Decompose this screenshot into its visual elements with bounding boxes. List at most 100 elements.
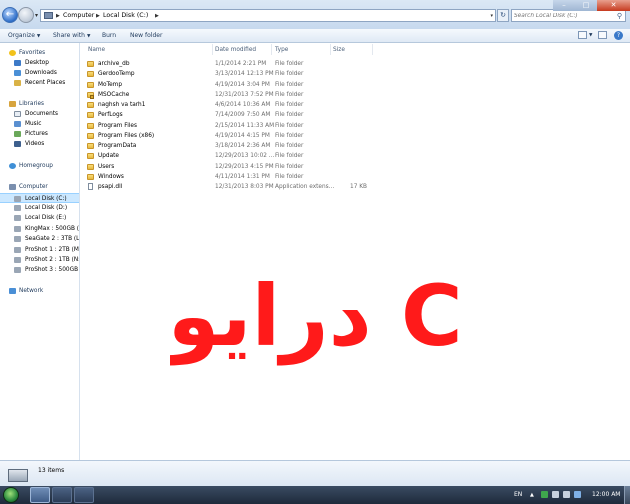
nav-network[interactable]: Network — [0, 286, 79, 296]
nav-videos[interactable]: Videos — [0, 139, 79, 149]
drive-icon — [14, 257, 21, 263]
folder-icon — [87, 82, 94, 88]
file-row[interactable]: Windows 4/11/2014 1:31 PM File folder — [80, 172, 540, 182]
maximize-button[interactable]: □ — [575, 0, 597, 11]
taskbar-explorer-button[interactable] — [30, 487, 50, 503]
taskbar-app-button[interactable] — [74, 487, 94, 503]
column-header-date-modified[interactable]: Date modified — [215, 46, 256, 54]
chevron-right-icon[interactable]: ▶ — [155, 11, 159, 21]
device-icon[interactable] — [574, 491, 581, 498]
file-row[interactable]: Update 12/29/2013 10:02 ... File folder — [80, 151, 540, 161]
file-row[interactable]: Program Files 2/15/2014 11:33 AM File fo… — [80, 121, 540, 131]
address-bar-row: ← ▾ ▶ Computer ▶ Local Disk (C:) ▶ ▾ ↻ ⚲… — [0, 0, 630, 30]
taskbar-firefox-button[interactable] — [52, 487, 72, 503]
forward-button[interactable] — [18, 7, 34, 23]
nav-desktop[interactable]: Desktop — [0, 58, 79, 68]
close-button[interactable]: ✕ — [597, 0, 630, 11]
column-header-name[interactable]: Name — [88, 46, 105, 54]
column-divider[interactable] — [271, 44, 272, 55]
nav-libraries[interactable]: Libraries — [0, 99, 79, 109]
nav-drive-m[interactable]: ProShot 1 : 2TB (M:) — [0, 245, 79, 255]
nav-drive-o[interactable]: ProShot 3 : 500GB (O:) — [0, 265, 79, 275]
drive-icon — [14, 226, 21, 232]
computer-icon — [9, 184, 16, 190]
column-divider[interactable] — [372, 44, 373, 55]
nav-drive-label: Local Disk (E:) — [25, 215, 67, 221]
folder-icon — [87, 174, 94, 180]
nav-pictures-label: Pictures — [25, 131, 48, 137]
file-row[interactable]: archive_db 1/1/2014 2:21 PM File folder — [80, 59, 540, 69]
breadcrumb-computer[interactable]: Computer — [63, 11, 94, 21]
action-center-icon[interactable] — [541, 491, 548, 498]
chevron-right-icon[interactable]: ▶ — [96, 11, 100, 21]
file-row[interactable]: psapi.dll 12/31/2013 8:03 PM Application… — [80, 182, 540, 192]
preview-pane-icon[interactable] — [598, 31, 607, 39]
column-header-type[interactable]: Type — [275, 46, 288, 54]
help-icon[interactable]: ? — [614, 31, 623, 40]
nav-pictures[interactable]: Pictures — [0, 129, 79, 139]
chevron-up-icon[interactable]: ▲ — [530, 490, 534, 500]
file-date: 12/29/2013 4:15 PM — [215, 164, 274, 170]
nav-drive-i[interactable]: KingMax : 500GB (I:) — [0, 224, 79, 234]
nav-downloads[interactable]: Downloads — [0, 68, 79, 78]
nav-documents[interactable]: Documents — [0, 109, 79, 119]
nav-favorites[interactable]: Favorites — [0, 48, 79, 58]
minimize-button[interactable]: – — [553, 0, 575, 11]
nav-drive-n[interactable]: ProShot 2 : 1TB (N:) — [0, 255, 79, 265]
nav-drive-d[interactable]: Local Disk (D:) — [0, 203, 79, 213]
file-row[interactable]: ProgramData 3/18/2014 2:36 AM File folde… — [80, 141, 540, 151]
share-with-menu[interactable]: Share with ▼ — [53, 30, 90, 42]
downloads-icon — [14, 70, 21, 76]
organize-menu[interactable]: Organize ▼ — [8, 30, 40, 42]
address-dropdown-icon[interactable]: ▾ — [490, 11, 493, 21]
language-indicator[interactable]: EN — [514, 490, 522, 500]
file-row[interactable]: Program Files (x86) 4/19/2014 4:15 PM Fi… — [80, 131, 540, 141]
nav-recent-places[interactable]: Recent Places — [0, 78, 79, 88]
file-date: 12/29/2013 10:02 ... — [215, 153, 275, 159]
breadcrumb-local-disk[interactable]: Local Disk (C:) — [103, 11, 148, 21]
column-divider[interactable] — [330, 44, 331, 55]
address-bar[interactable]: ▶ Computer ▶ Local Disk (C:) ▶ ▾ — [40, 9, 496, 22]
nav-drive-l[interactable]: SeaGate 2 : 3TB (L:) — [0, 234, 79, 244]
nav-drive-label: ProShot 1 : 2TB (M:) — [25, 247, 80, 253]
file-date: 3/13/2014 12:13 PM — [215, 71, 274, 77]
network-icon[interactable] — [552, 491, 559, 498]
organize-label: Organize — [8, 32, 35, 39]
file-type: File folder — [275, 174, 304, 180]
show-desktop-button[interactable] — [624, 486, 630, 504]
file-row[interactable]: MoTemp 4/19/2014 3:04 PM File folder — [80, 80, 540, 90]
column-divider[interactable] — [212, 44, 213, 55]
folder-icon — [87, 133, 94, 139]
start-button[interactable] — [3, 487, 19, 503]
burn-button[interactable]: Burn — [102, 30, 116, 41]
search-icon[interactable]: ⚲ — [617, 11, 622, 21]
folder-icon — [87, 123, 94, 129]
nav-drive-label: KingMax : 500GB (I:) — [25, 226, 80, 232]
nav-music[interactable]: Music — [0, 119, 79, 129]
volume-icon[interactable] — [563, 491, 570, 498]
refresh-button[interactable]: ↻ — [497, 9, 509, 22]
file-row[interactable]: MSOCache 12/31/2013 7:52 PM File folder — [80, 90, 540, 100]
back-button[interactable]: ← — [2, 7, 18, 23]
explorer-window: ← ▾ ▶ Computer ▶ Local Disk (C:) ▶ ▾ ↻ ⚲… — [0, 0, 630, 487]
recent-pages-dropdown-icon[interactable]: ▾ — [35, 12, 38, 19]
column-header-size[interactable]: Size — [333, 46, 345, 54]
file-name: Users — [98, 164, 115, 170]
clock[interactable]: 12:00 AM — [592, 490, 620, 500]
navigation-pane: Favorites Desktop Downloads Recent Place… — [0, 43, 80, 460]
nav-drive-e[interactable]: Local Disk (E:) — [0, 213, 79, 223]
search-input[interactable] — [514, 11, 612, 20]
folder-icon — [87, 153, 94, 159]
new-folder-button[interactable]: New folder — [130, 30, 162, 41]
file-row[interactable]: naghsh va tarh1 4/6/2014 10:36 AM File f… — [80, 100, 540, 110]
recent-places-icon — [14, 80, 21, 86]
chevron-down-icon[interactable]: ▼ — [589, 30, 592, 41]
chevron-right-icon[interactable]: ▶ — [56, 11, 60, 21]
nav-computer[interactable]: Computer — [0, 182, 79, 192]
file-row[interactable]: Users 12/29/2013 4:15 PM File folder — [80, 162, 540, 172]
file-row[interactable]: GerdooTemp 3/13/2014 12:13 PM File folde… — [80, 69, 540, 79]
view-options-icon[interactable] — [578, 31, 587, 39]
nav-homegroup[interactable]: Homegroup — [0, 161, 79, 171]
file-row[interactable]: PerfLogs 7/14/2009 7:50 AM File folder — [80, 110, 540, 120]
nav-drive-c[interactable]: Local Disk (C:) — [0, 193, 79, 203]
